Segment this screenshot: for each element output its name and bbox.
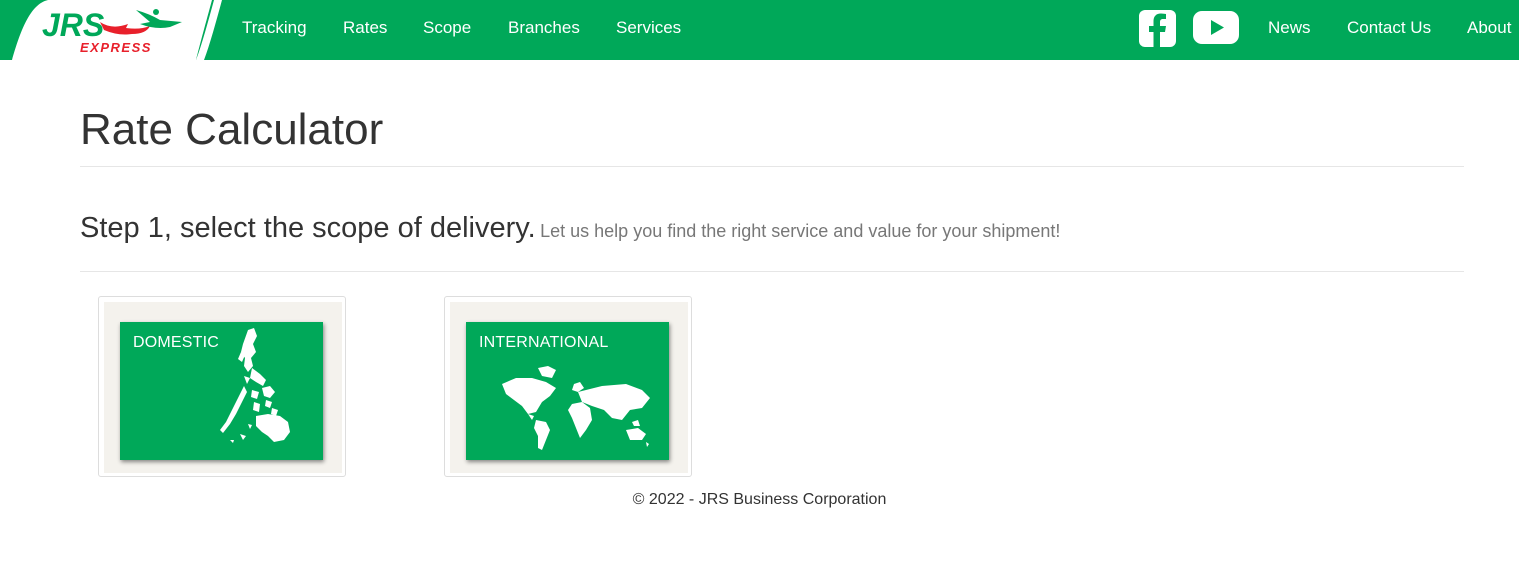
- nav-services[interactable]: Services: [616, 18, 681, 38]
- nav-rates[interactable]: Rates: [343, 18, 387, 38]
- logo-graphic: JRS EXPRESS: [0, 0, 222, 60]
- footer-copyright: © 2022 - JRS Business Corporation: [632, 491, 887, 508]
- step-heading: Step 1, select the scope of delivery. Le…: [80, 212, 1060, 245]
- nav-about[interactable]: About: [1467, 18, 1511, 38]
- step-heading-main: Step 1, select the scope of delivery.: [80, 212, 536, 244]
- step-divider: [80, 271, 1464, 272]
- logo-subtext: EXPRESS: [80, 40, 152, 55]
- international-card-frame: INTERNATIONAL: [450, 302, 688, 473]
- international-label: INTERNATIONAL: [479, 334, 609, 351]
- jrs-express-logo[interactable]: JRS EXPRESS: [0, 0, 240, 60]
- international-card-tile: INTERNATIONAL: [466, 322, 669, 460]
- nav-scope[interactable]: Scope: [423, 18, 471, 38]
- nav-news[interactable]: News: [1268, 18, 1311, 38]
- page-title: Rate Calculator: [80, 105, 384, 154]
- domestic-card-frame: DOMESTIC: [104, 302, 342, 473]
- domestic-card-tile: DOMESTIC: [120, 322, 323, 460]
- step-heading-subtext: Let us help you find the right service a…: [540, 221, 1061, 241]
- top-navbar: JRS EXPRESS Tracking Rates Scope Branche…: [0, 0, 1519, 60]
- domestic-scope-button[interactable]: DOMESTIC: [98, 296, 346, 477]
- facebook-icon[interactable]: [1139, 10, 1176, 52]
- nav-branches[interactable]: Branches: [508, 18, 580, 38]
- domestic-label: DOMESTIC: [133, 334, 220, 351]
- youtube-icon[interactable]: [1193, 10, 1239, 50]
- nav-tracking[interactable]: Tracking: [242, 18, 307, 38]
- title-divider: [80, 166, 1464, 167]
- nav-contact-us[interactable]: Contact Us: [1347, 18, 1431, 38]
- logo-text: JRS: [42, 7, 105, 43]
- international-scope-button[interactable]: INTERNATIONAL: [444, 296, 692, 477]
